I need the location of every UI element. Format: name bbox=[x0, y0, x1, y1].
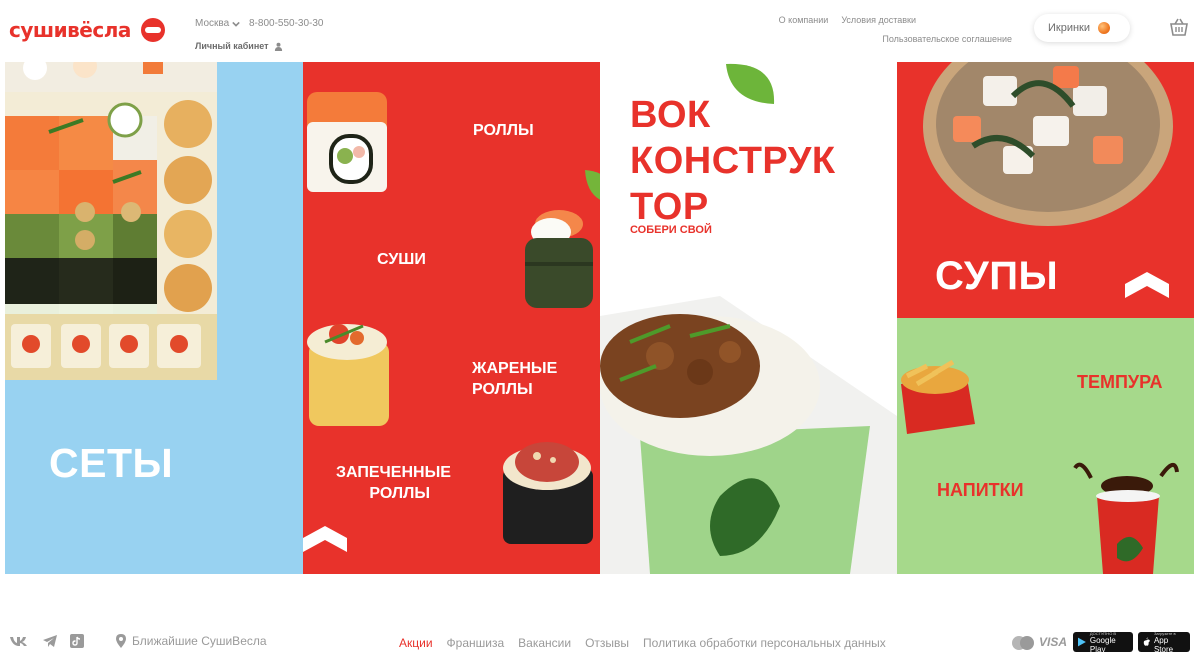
wok-box-image bbox=[600, 296, 897, 574]
location-pin-icon bbox=[116, 634, 126, 648]
category-baked-rolls[interactable]: ЗАПЕЧЕННЫЕ РОЛЛЫ bbox=[336, 462, 451, 504]
site-footer: Ближайшие СушиВесла Акции Франшиза Вакан… bbox=[0, 628, 1200, 658]
category-sets[interactable]: СЕТЫ bbox=[5, 62, 303, 574]
visa-logo: VISA bbox=[1039, 635, 1068, 649]
category-soups-title: СУПЫ bbox=[935, 254, 1059, 298]
vacancies-link[interactable]: Вакансии bbox=[518, 636, 571, 650]
mastercard-icon bbox=[1012, 636, 1034, 650]
category-drinks[interactable]: НАПИТКИ bbox=[937, 480, 1024, 501]
wok-title-line1: ВОК bbox=[630, 94, 711, 136]
app-store-button[interactable]: Загрузите в App Store bbox=[1138, 631, 1190, 654]
sushi-set-image bbox=[5, 62, 217, 380]
google-play-icon bbox=[1078, 637, 1086, 647]
category-tempura-drinks-panel: ТЕМПУРА НАПИТКИ bbox=[897, 318, 1194, 574]
franchise-link[interactable]: Франшиза bbox=[447, 636, 505, 650]
caviar-bonus-button[interactable]: Икринки bbox=[1034, 14, 1130, 42]
app-store-text: Загрузите в App Store bbox=[1154, 631, 1185, 654]
category-baked-rolls-line1: ЗАПЕЧЕННЫЕ bbox=[336, 464, 451, 481]
roll-image bbox=[307, 92, 387, 192]
telegram-icon[interactable] bbox=[42, 634, 58, 648]
reviews-link[interactable]: Отзывы bbox=[585, 636, 629, 650]
privacy-policy-link[interactable]: Политика обработки персональных данных bbox=[643, 636, 886, 650]
chevron-down-icon bbox=[232, 21, 240, 27]
google-play-label: Google Play bbox=[1089, 635, 1116, 654]
user-icon bbox=[274, 42, 282, 51]
logo-text: сушивёсла bbox=[9, 18, 131, 42]
site-header: сушивёсла Москва 8-800-550-30-30 Личный … bbox=[0, 0, 1200, 62]
category-tempura[interactable]: ТЕМПУРА bbox=[1077, 372, 1163, 393]
top-links: О компании Условия доставки bbox=[779, 15, 916, 25]
category-baked-rolls-line2: РОЛЛЫ bbox=[369, 485, 430, 502]
category-fried-rolls-line1: ЖАРЕНЫЕ bbox=[472, 360, 558, 377]
chevron-up-icon bbox=[1125, 272, 1169, 298]
category-fried-rolls-line2: РОЛЛЫ bbox=[472, 381, 533, 398]
fried-roll-image bbox=[307, 324, 389, 426]
tempura-box-image bbox=[901, 359, 975, 434]
wok-title-line3: ТОР bbox=[630, 186, 709, 228]
google-play-text: ДОСТУПНО В Google Play bbox=[1090, 631, 1128, 654]
delivery-link[interactable]: Условия доставки bbox=[841, 15, 916, 25]
chevron-up-icon bbox=[303, 526, 347, 552]
tiktok-icon[interactable] bbox=[70, 634, 84, 648]
phone-link[interactable]: 8-800-550-30-30 bbox=[249, 18, 324, 29]
agreement-link[interactable]: Пользовательское соглашение bbox=[882, 34, 1012, 44]
city-selector[interactable]: Москва bbox=[195, 18, 240, 29]
city-label: Москва bbox=[195, 18, 230, 29]
nearest-restaurants-label: Ближайшие СушиВесла bbox=[132, 634, 267, 648]
logo[interactable]: сушивёсла bbox=[9, 18, 165, 42]
category-wok-subtitle: СОБЕРИ СВОЙ bbox=[630, 224, 712, 236]
category-rolls[interactable]: РОЛЛЫ bbox=[473, 120, 534, 141]
baked-roll-image bbox=[503, 442, 593, 544]
account-link[interactable]: Личный кабинет bbox=[195, 41, 283, 51]
category-rolls-panel: РОЛЛЫ СУШИ ЖАРЕНЫЕ РОЛЛЫ ЗАПЕЧЕННЫЕ РОЛЛ… bbox=[303, 62, 600, 574]
promo-link[interactable]: Акции bbox=[399, 636, 433, 650]
basket-icon[interactable] bbox=[1169, 18, 1189, 36]
google-play-button[interactable]: ДОСТУПНО В Google Play bbox=[1073, 631, 1133, 654]
soup-bowl-image bbox=[923, 62, 1173, 226]
app-store-label: App Store bbox=[1153, 635, 1174, 654]
logo-mark-icon bbox=[140, 18, 165, 42]
wok-title-line2: КОНСТРУК bbox=[630, 140, 836, 182]
category-sushi[interactable]: СУШИ bbox=[377, 249, 426, 270]
category-wok[interactable]: ВОК КОНСТРУК ТОР СОБЕРИ СВОЙ bbox=[600, 62, 897, 574]
sushi-image bbox=[525, 210, 593, 308]
caviar-icon bbox=[1098, 22, 1111, 34]
caviar-label: Икринки bbox=[1048, 22, 1091, 34]
category-wok-title: ВОК КОНСТРУК ТОР bbox=[630, 92, 836, 230]
category-sets-title: СЕТЫ bbox=[49, 440, 174, 486]
apple-icon bbox=[1143, 637, 1150, 646]
category-fried-rolls[interactable]: ЖАРЕНЫЕ РОЛЛЫ bbox=[472, 358, 557, 400]
category-grid: СЕТЫ РОЛЛЫ СУШИ ЖАРЕНЫЕ РОЛЛЫ ЗАПЕЧЕННЫЕ… bbox=[5, 62, 1194, 574]
account-label: Личный кабинет bbox=[195, 41, 269, 51]
nearest-restaurants-link[interactable]: Ближайшие СушиВесла bbox=[116, 634, 267, 648]
vk-icon[interactable] bbox=[9, 634, 29, 648]
about-link[interactable]: О компании bbox=[779, 15, 829, 25]
footer-nav: Акции Франшиза Вакансии Отзывы Политика … bbox=[399, 636, 886, 650]
drink-cup-image bbox=[1073, 462, 1179, 574]
category-soups[interactable]: СУПЫ bbox=[897, 62, 1194, 318]
